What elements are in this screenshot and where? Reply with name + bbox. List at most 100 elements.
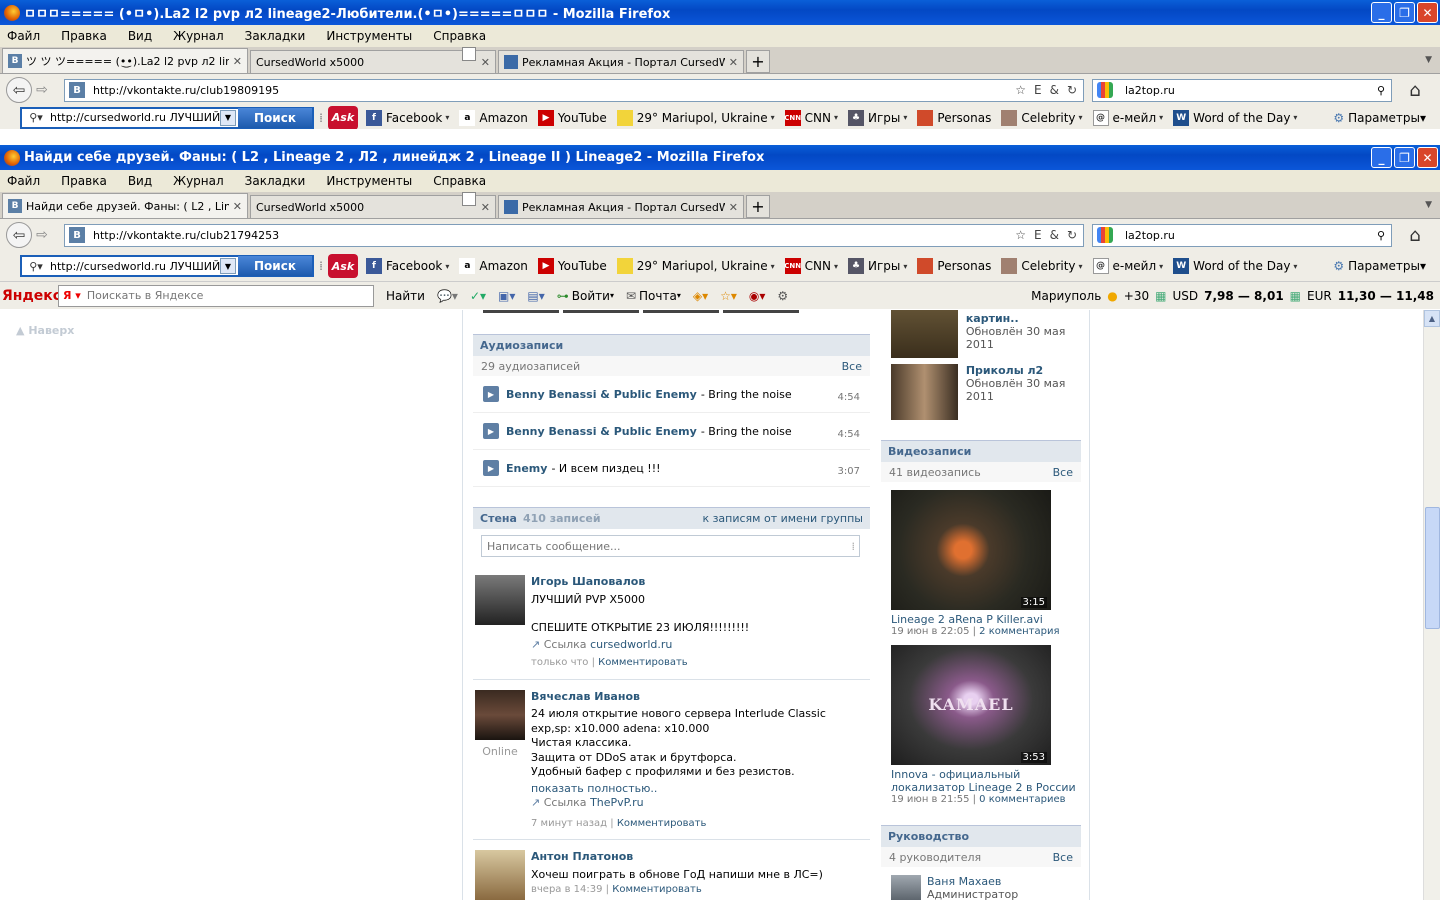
- scrollbar-thumb[interactable]: [1425, 507, 1440, 629]
- album-item[interactable]: картин.. Обновлён 30 мая 2011: [891, 310, 1081, 358]
- leaders-all-link[interactable]: Все: [1053, 851, 1073, 864]
- favorites-icon[interactable]: ☆▾: [720, 289, 737, 303]
- login-button[interactable]: ⊶ Войти ▾: [557, 289, 614, 303]
- home-button[interactable]: ⌂: [1402, 77, 1428, 103]
- chevron-down-icon[interactable]: ▼: [1425, 55, 1432, 65]
- bookmark-celebrity[interactable]: Celebrity ▾: [1001, 258, 1083, 274]
- new-tab-button[interactable]: +: [746, 195, 770, 218]
- videos-header[interactable]: Видеозаписи: [881, 440, 1081, 462]
- leader-name[interactable]: Ваня Махаев: [927, 875, 1018, 888]
- menu-tools[interactable]: Инструменты: [323, 29, 415, 43]
- audio-all-link[interactable]: Все: [842, 360, 862, 373]
- minimize-button[interactable]: _: [1371, 147, 1392, 168]
- back-button[interactable]: ⇦: [6, 77, 32, 103]
- chevron-down-icon[interactable]: ▼: [1425, 200, 1432, 210]
- bookmark-amazon[interactable]: a Amazon: [459, 109, 528, 126]
- tools-icon[interactable]: ▤▾: [527, 289, 544, 303]
- videos-all-link[interactable]: Все: [1053, 466, 1073, 479]
- back-button[interactable]: ⇦: [6, 222, 32, 248]
- scroll-up-button[interactable]: ▲: [1424, 310, 1440, 327]
- ask-search-box[interactable]: ⚲▾ http://cursedworld.ru ЛУЧШИЙ PV ▼ Поиск: [20, 106, 314, 129]
- video-title[interactable]: Lineage 2 aRena P Killer.avi: [891, 613, 1081, 626]
- menu-file[interactable]: Файл: [4, 29, 43, 43]
- tab-portal[interactable]: Рекламная Акция - Портал CursedWorld✕: [498, 195, 744, 218]
- yandex-logo[interactable]: Яндекс ▾: [0, 288, 70, 304]
- video-title[interactable]: Innova - официальный локализатор Lineage…: [891, 768, 1081, 794]
- audio-artist[interactable]: Enemy: [506, 462, 547, 475]
- reload-icon[interactable]: ↻: [1067, 228, 1077, 242]
- search-box[interactable]: la2top.ru ⚲: [1092, 78, 1392, 102]
- yandex-search-input[interactable]: Я ▾ Поискать в Яндексе: [58, 284, 374, 307]
- menu-edit[interactable]: Правка: [58, 29, 110, 43]
- close-tab-icon[interactable]: ✕: [233, 55, 242, 68]
- tab-cursedworld[interactable]: CursedWorld x5000 ✕: [250, 192, 496, 218]
- video-comments-link[interactable]: 0 комментариев: [979, 794, 1065, 805]
- menu-view[interactable]: Вид: [125, 174, 155, 188]
- star-icon[interactable]: ☆: [1015, 83, 1026, 97]
- bookmarks-icon[interactable]: ◈▾: [693, 289, 708, 303]
- album-item[interactable]: Приколы л2 Обновлён 30 мая 2011: [891, 364, 1081, 420]
- group-posts-link[interactable]: к записям от имени группы: [702, 512, 863, 525]
- audio-artist[interactable]: Benny Benassi & Public Enemy: [506, 425, 697, 438]
- mail-button[interactable]: ✉ Почта ▾: [626, 289, 681, 303]
- post-time[interactable]: только что: [531, 657, 588, 668]
- menu-help[interactable]: Справка: [430, 174, 489, 188]
- close-tab-icon[interactable]: ✕: [481, 56, 490, 69]
- yandex-find-button[interactable]: Найти: [386, 289, 425, 303]
- maximize-button[interactable]: ❐: [1394, 147, 1415, 168]
- menu-bookmarks[interactable]: Закладки: [242, 174, 309, 188]
- bookmark-amazon[interactable]: a Amazon: [459, 258, 528, 274]
- post-time[interactable]: вчера в 14:39: [531, 884, 603, 895]
- album-thumbnail[interactable]: [891, 310, 958, 358]
- album-thumbnail[interactable]: [891, 364, 958, 420]
- wall-post-input[interactable]: Написать сообщение... ⁞: [481, 535, 860, 557]
- post-link-url[interactable]: cursedworld.ru: [590, 638, 672, 651]
- close-tab-icon[interactable]: ✕: [481, 201, 490, 214]
- bookmark-email[interactable]: @ e-мейл ▾: [1092, 258, 1163, 274]
- video-thumbnail[interactable]: KAMAEL 3:53: [891, 645, 1051, 765]
- bookmark-email[interactable]: @ e-мейл ▾: [1092, 109, 1163, 126]
- eur-rate[interactable]: 11,30 — 11,48: [1338, 289, 1434, 303]
- new-tab-button[interactable]: +: [746, 50, 770, 73]
- play-icon[interactable]: ▶: [483, 423, 499, 439]
- tab-portal[interactable]: Рекламная Акция - Портал CursedWorld✕: [498, 50, 744, 73]
- ask-search-button[interactable]: Поиск: [238, 256, 312, 276]
- bookmark-youtube[interactable]: ▶ YouTube: [537, 109, 607, 126]
- menu-history[interactable]: Журнал: [170, 174, 227, 188]
- post-link-url[interactable]: ThePvP.ru: [590, 796, 644, 809]
- url-bar[interactable]: Bhttp://vkontakte.ru/club21794253 ☆ E & ↻: [64, 223, 1084, 247]
- avatar[interactable]: [891, 875, 921, 900]
- translate-icon[interactable]: E: [1034, 83, 1042, 97]
- maximize-button[interactable]: ❐: [1394, 2, 1415, 23]
- album-title[interactable]: картин..: [966, 312, 1081, 325]
- bar-icon[interactable]: ◉▾: [749, 289, 766, 303]
- forward-button[interactable]: ⇨: [32, 225, 52, 245]
- search-icon[interactable]: ⚲: [1377, 229, 1391, 242]
- bookmark-personas[interactable]: Personas: [917, 258, 991, 274]
- spellcheck-icon[interactable]: ✓▾: [470, 289, 486, 303]
- bookmark-youtube[interactable]: ▶ YouTube: [537, 258, 607, 274]
- search-icon[interactable]: ⚲: [1377, 84, 1391, 97]
- wall-header[interactable]: Стена 410 записей к записям от имени групп…: [473, 507, 870, 529]
- video-thumbnail[interactable]: 3:15: [891, 490, 1051, 610]
- translate-icon[interactable]: E: [1034, 228, 1042, 242]
- star-icon[interactable]: ☆: [1015, 228, 1026, 242]
- bookmark-weather[interactable]: 29° Mariupol, Ukraine ▾: [616, 109, 775, 126]
- close-button[interactable]: ✕: [1417, 147, 1438, 168]
- ask-logo[interactable]: Ask: [328, 106, 358, 129]
- ampersand-icon[interactable]: &: [1050, 228, 1059, 242]
- menu-view[interactable]: Вид: [125, 29, 155, 43]
- menu-history[interactable]: Журнал: [170, 29, 227, 43]
- chevron-down-icon[interactable]: ▼: [220, 258, 236, 274]
- vertical-scrollbar[interactable]: ▲: [1423, 310, 1440, 900]
- params-button[interactable]: ⚙ Параметры ▾: [1333, 259, 1426, 273]
- avatar[interactable]: [475, 575, 525, 625]
- audio-artist[interactable]: Benny Benassi & Public Enemy: [506, 388, 697, 401]
- close-tab-icon[interactable]: ✕: [729, 56, 738, 69]
- url-bar[interactable]: Bhttp://vkontakte.ru/club19809195 ☆ E & ↻: [64, 78, 1084, 102]
- album-title[interactable]: Приколы л2: [966, 364, 1081, 377]
- comment-link[interactable]: Комментировать: [617, 818, 707, 829]
- comment-link[interactable]: Комментировать: [598, 657, 688, 668]
- usd-rate[interactable]: 7,98 — 8,01: [1204, 289, 1284, 303]
- comment-icon[interactable]: 💬▾: [437, 289, 458, 303]
